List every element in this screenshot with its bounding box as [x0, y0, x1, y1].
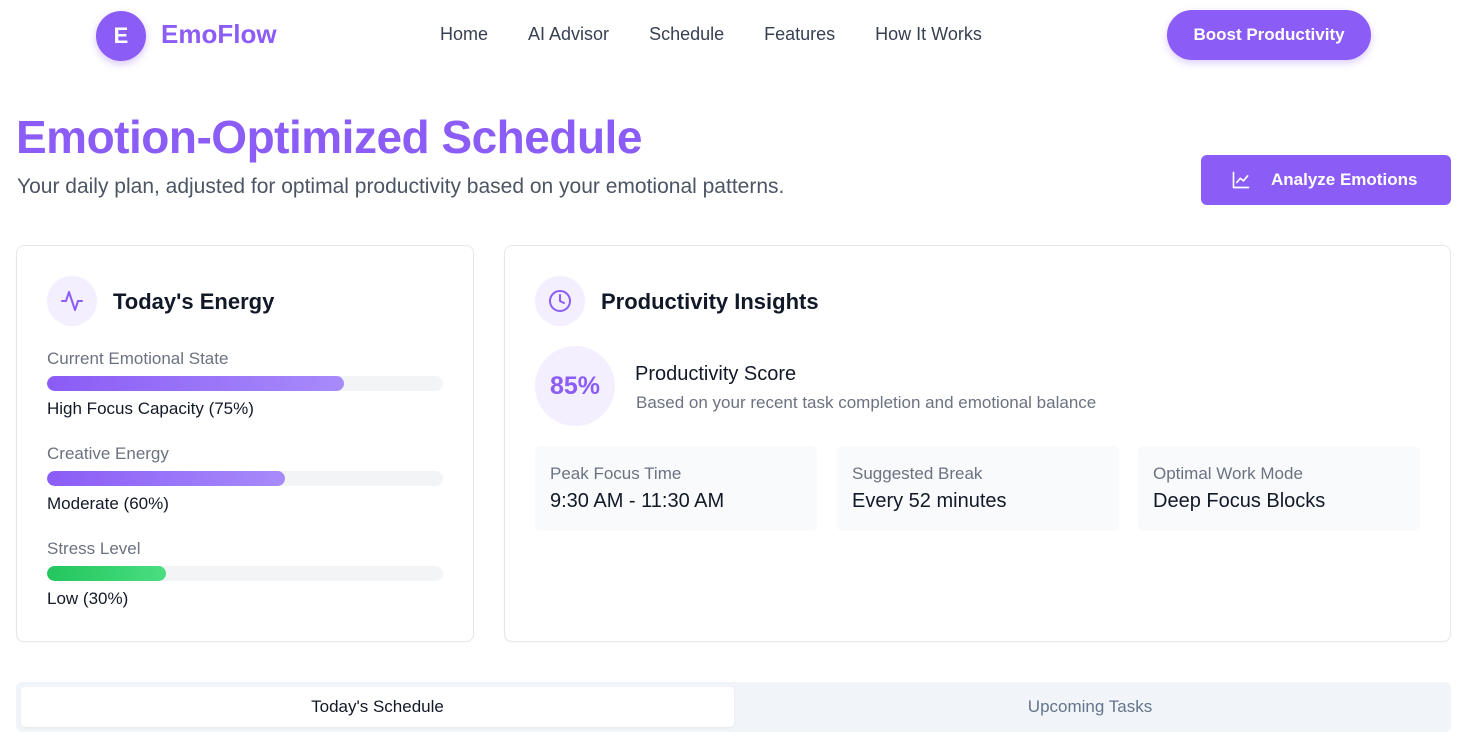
productivity-score-circle: 85% — [535, 346, 615, 426]
nav-link-schedule[interactable]: Schedule — [649, 24, 724, 45]
analyze-emotions-label: Analyze Emotions — [1271, 170, 1418, 189]
clock-icon — [535, 276, 585, 326]
stat-label: Suggested Break — [852, 464, 983, 483]
activity-icon — [47, 276, 97, 326]
productivity-score-title: Productivity Score — [635, 363, 797, 385]
metric-value-stress-level: Low (30%) — [47, 589, 129, 608]
stat-value: Deep Focus Blocks — [1153, 490, 1326, 512]
boost-productivity-button[interactable]: Boost Productivity — [1167, 10, 1371, 60]
energy-card-title: Today's Energy — [113, 289, 275, 314]
stat-label: Optimal Work Mode — [1153, 464, 1303, 483]
nav-link-home[interactable]: Home — [440, 24, 488, 45]
schedule-tabs: Today's Schedule Upcoming Tasks — [16, 682, 1451, 732]
creative-energy-bar-fill — [47, 471, 285, 486]
stat-label: Peak Focus Time — [550, 464, 682, 483]
top-nav: E EmoFlow Home AI Advisor Schedule Featu… — [0, 0, 1472, 72]
stat-peak-focus-time: Peak Focus Time 9:30 AM - 11:30 AM — [535, 446, 817, 531]
nav-links: Home AI Advisor Schedule Features How It… — [440, 24, 982, 45]
brand-name[interactable]: EmoFlow — [161, 19, 277, 50]
page-title: Emotion-Optimized Schedule — [16, 111, 642, 163]
analyze-emotions-button[interactable]: Analyze Emotions — [1201, 155, 1451, 205]
insights-card-title: Productivity Insights — [601, 289, 819, 314]
metric-label-stress-level: Stress Level — [47, 539, 141, 558]
metric-value-creative-energy: Moderate (60%) — [47, 494, 169, 513]
nav-link-ai-advisor[interactable]: AI Advisor — [528, 24, 609, 45]
todays-energy-card: Today's Energy Current Emotional State H… — [16, 245, 474, 642]
line-chart-icon — [1231, 170, 1251, 190]
metric-label-creative-energy: Creative Energy — [47, 444, 169, 463]
metric-label-emotional-state: Current Emotional State — [47, 349, 229, 368]
productivity-score-desc: Based on your recent task completion and… — [636, 393, 1097, 412]
emotional-state-bar-fill — [47, 376, 344, 391]
stat-optimal-work-mode: Optimal Work Mode Deep Focus Blocks — [1138, 446, 1420, 531]
stat-value: 9:30 AM - 11:30 AM — [550, 490, 725, 512]
productivity-insights-card: Productivity Insights 85% Productivity S… — [504, 245, 1451, 642]
nav-link-features[interactable]: Features — [764, 24, 835, 45]
tab-upcoming-tasks[interactable]: Upcoming Tasks — [734, 687, 1446, 727]
creative-energy-bar — [47, 471, 443, 486]
stress-level-bar — [47, 566, 443, 581]
stat-value: Every 52 minutes — [852, 490, 1007, 512]
tab-todays-schedule[interactable]: Today's Schedule — [21, 687, 734, 727]
stress-level-bar-fill — [47, 566, 166, 581]
logo-icon[interactable]: E — [96, 11, 146, 61]
emotional-state-bar — [47, 376, 443, 391]
nav-link-how-it-works[interactable]: How It Works — [875, 24, 982, 45]
stat-suggested-break: Suggested Break Every 52 minutes — [837, 446, 1119, 531]
page-subtitle: Your daily plan, adjusted for optimal pr… — [17, 175, 785, 198]
metric-value-emotional-state: High Focus Capacity (75%) — [47, 399, 254, 418]
